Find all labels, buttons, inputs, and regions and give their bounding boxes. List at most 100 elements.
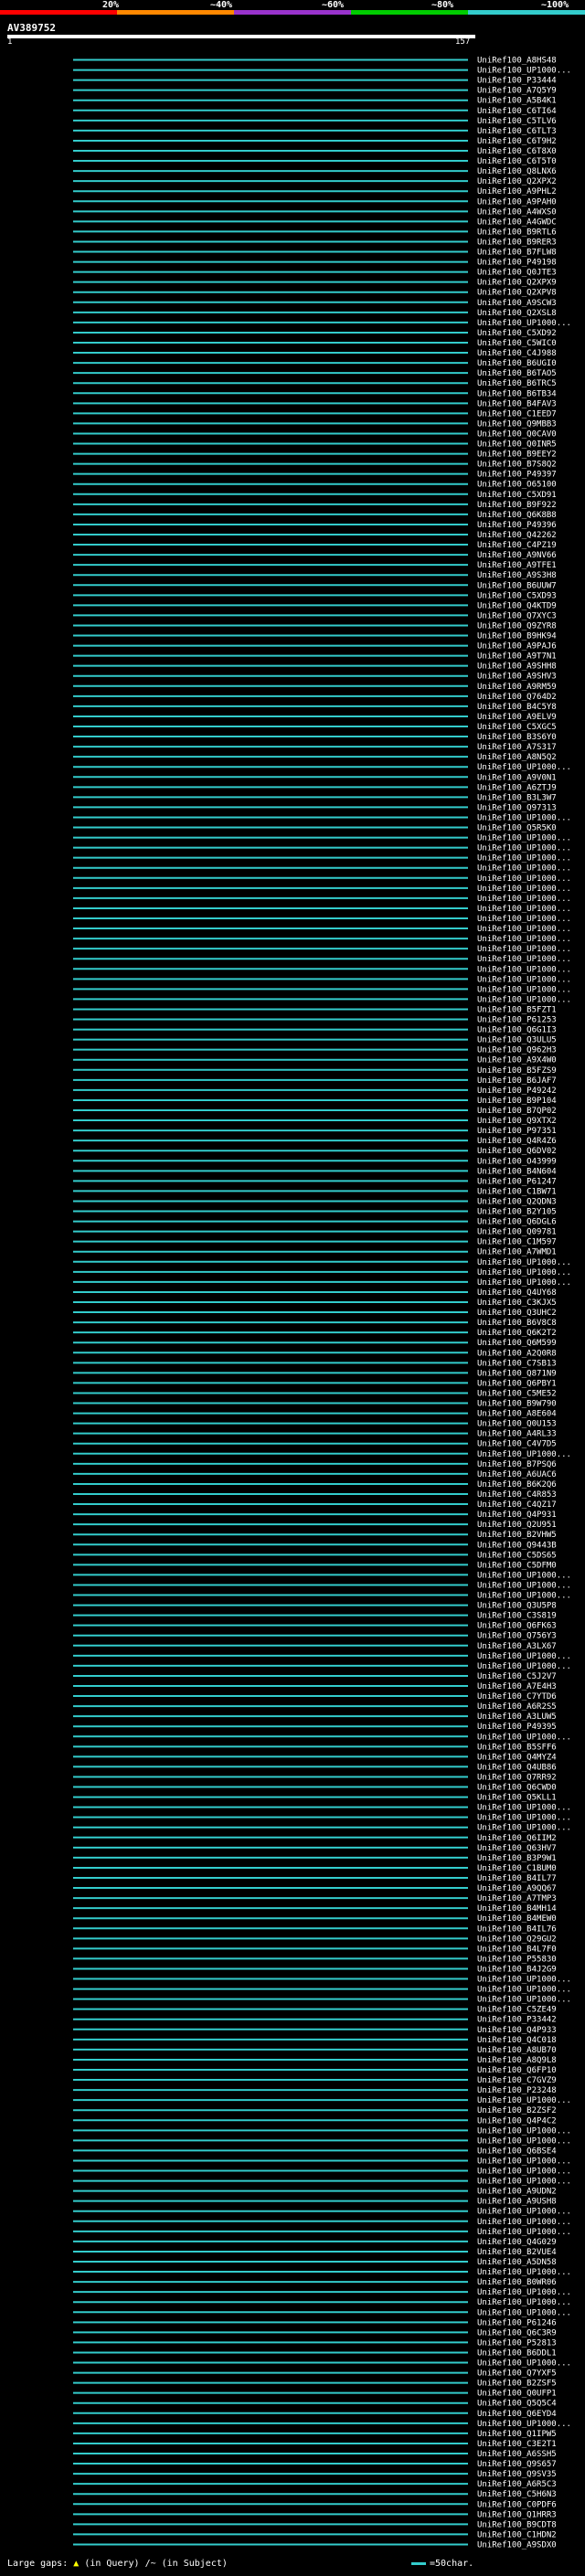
hit-label[interactable]: UniRef100_P49242 [477,1087,557,1096]
hit-label[interactable]: UniRef100_Q7XYC3 [477,611,557,620]
hit-label[interactable]: UniRef100_Q09781 [477,1228,557,1237]
hit-label[interactable]: UniRef100_UP1000... [477,1733,571,1742]
hit-label[interactable]: UniRef100_C5XD91 [477,491,557,500]
hit-label[interactable]: UniRef100_A7WMD1 [477,1248,557,1257]
hit-label[interactable]: UniRef100_UP1000... [477,1976,571,1985]
hit-label[interactable]: UniRef100_Q0U153 [477,1420,557,1429]
hit-label[interactable]: UniRef100_Q3ULU5 [477,1036,557,1045]
hit-label[interactable]: UniRef100_Q4R4Z6 [477,1137,557,1146]
hit-label[interactable]: UniRef100_C5H6N3 [477,2490,557,2499]
hit-label[interactable]: UniRef100_B4FAV3 [477,399,557,408]
hit-label[interactable]: UniRef100_P52813 [477,2338,557,2348]
hit-label[interactable]: UniRef100_A8E604 [477,1410,557,1419]
hit-label[interactable]: UniRef100_B2Y105 [477,1208,557,1217]
hit-label[interactable]: UniRef100_A6UAC6 [477,1470,557,1479]
hit-label[interactable]: UniRef100_A9X4W0 [477,1056,557,1065]
hit-label[interactable]: UniRef100_B6V8C8 [477,1319,557,1328]
hit-label[interactable]: UniRef100_C6T8X0 [477,147,557,156]
hit-label[interactable]: UniRef100_A9USH8 [477,2198,557,2207]
hit-label[interactable]: UniRef100_Q756Y3 [477,1632,557,1641]
hit-label[interactable]: UniRef100_UP1000... [477,995,571,1004]
hit-label[interactable]: UniRef100_A5DN58 [477,2258,557,2267]
hit-label[interactable]: UniRef100_Q4UY68 [477,1288,557,1298]
hit-label[interactable]: UniRef100_UP1000... [477,895,571,904]
hit-label[interactable]: UniRef100_B9RER3 [477,238,557,247]
hit-label[interactable]: UniRef100_A9SCW3 [477,299,557,308]
hit-label[interactable]: UniRef100_Q0CAV0 [477,429,557,439]
hit-label[interactable]: UniRef100_UP1000... [477,854,571,864]
hit-label[interactable]: UniRef100_UP1000... [477,1986,571,1995]
hit-label[interactable]: UniRef100_Q4P4C2 [477,2116,557,2125]
hit-label[interactable]: UniRef100_Q5Q5C4 [477,2400,557,2409]
hit-label[interactable]: UniRef100_B6TB34 [477,389,557,398]
hit-label[interactable]: UniRef100_C4J988 [477,349,557,358]
hit-label[interactable]: UniRef100_C1BUM0 [477,1864,557,1873]
hit-label[interactable]: UniRef100_B4C5Y8 [477,703,557,712]
hit-label[interactable]: UniRef100_UP1000... [477,844,571,853]
hit-label[interactable]: UniRef100_UP1000... [477,965,571,974]
hit-label[interactable]: UniRef100_A6R5C3 [477,2480,557,2489]
hit-label[interactable]: UniRef100_P61247 [477,1177,557,1186]
hit-label[interactable]: UniRef100_A9S3H8 [477,571,557,580]
hit-label[interactable]: UniRef100_Q63HV7 [477,1844,557,1853]
hit-label[interactable]: UniRef100_Q7YXF5 [477,2369,557,2379]
hit-label[interactable]: UniRef100_A3LX67 [477,1642,557,1651]
hit-label[interactable]: UniRef100_A9TFE1 [477,561,557,570]
hit-label[interactable]: UniRef100_Q0JTE3 [477,269,557,278]
hit-label[interactable]: UniRef100_C1EED7 [477,409,557,419]
hit-label[interactable]: UniRef100_P61253 [477,1016,557,1025]
hit-label[interactable]: UniRef100_UP1000... [477,2359,571,2369]
hit-label[interactable]: UniRef100_Q4P933 [477,2026,557,2035]
hit-label[interactable]: UniRef100_C5DS65 [477,1551,557,1560]
hit-label[interactable]: UniRef100_Q4KTD9 [477,601,557,610]
hit-label[interactable]: UniRef100_Q2XPV8 [477,289,557,298]
hit-label[interactable]: UniRef100_C5J2V7 [477,1672,557,1681]
hit-label[interactable]: UniRef100_C4R853 [477,1490,557,1500]
hit-label[interactable]: UniRef100_C0PDF6 [477,2500,557,2509]
hit-label[interactable]: UniRef100_Q9S657 [477,2460,557,2469]
hit-label[interactable]: UniRef100_UP1000... [477,2268,571,2277]
hit-label[interactable]: UniRef100_Q6EYD4 [477,2410,557,2419]
hit-label[interactable]: UniRef100_C6TLT3 [477,127,557,136]
hit-label[interactable]: UniRef100_A7TMP3 [477,1894,557,1903]
hit-label[interactable]: UniRef100_B4IL76 [477,1924,557,1934]
hit-label[interactable]: UniRef100_B7PSQ6 [477,1460,557,1469]
hit-label[interactable]: UniRef100_C6T5T0 [477,157,557,166]
hit-label[interactable]: UniRef100_UP1000... [477,2178,571,2187]
hit-label[interactable]: UniRef100_UP1000... [477,2420,571,2429]
hit-label[interactable]: UniRef100_B3S6Y0 [477,733,557,742]
hit-label[interactable]: UniRef100_O65100 [477,481,557,490]
hit-label[interactable]: UniRef100_Q2QDN3 [477,1197,557,1206]
hit-label[interactable]: UniRef100_P49395 [477,1723,557,1732]
hit-label[interactable]: UniRef100_Q3U5P8 [477,1602,557,1611]
hit-label[interactable]: UniRef100_A9UDN2 [477,2188,557,2197]
hit-label[interactable]: UniRef100_B9CDT8 [477,2520,557,2529]
hit-label[interactable]: UniRef100_Q6PBY1 [477,1379,557,1388]
hit-label[interactable]: UniRef100_C5TLV6 [477,117,557,126]
hit-label[interactable]: UniRef100_UP1000... [477,2308,571,2317]
hit-label[interactable]: UniRef100_O43999 [477,1157,557,1166]
hit-label[interactable]: UniRef100_B6DDL1 [477,2348,557,2358]
hit-label[interactable]: UniRef100_B9EEY2 [477,451,557,460]
hit-label[interactable]: UniRef100_P55830 [477,1955,557,1964]
hit-label[interactable]: UniRef100_P49397 [477,471,557,480]
hit-label[interactable]: UniRef100_UP1000... [477,1824,571,1833]
hit-label[interactable]: UniRef100_Q6C3R9 [477,2328,557,2337]
hit-label[interactable]: UniRef100_A4GWDC [477,217,557,227]
hit-label[interactable]: UniRef100_UP1000... [477,1268,571,1277]
hit-label[interactable]: UniRef100_Q764D2 [477,693,557,702]
hit-label[interactable]: UniRef100_C3KJX5 [477,1299,557,1308]
hit-label[interactable]: UniRef100_B6TAO5 [477,369,557,378]
hit-label[interactable]: UniRef100_Q3UHC2 [477,1309,557,1318]
hit-label[interactable]: UniRef100_UP1000... [477,1581,571,1590]
hit-label[interactable]: UniRef100_Q6K2T2 [477,1329,557,1338]
hit-label[interactable]: UniRef100_B9W790 [477,1400,557,1409]
hit-label[interactable]: UniRef100_Q6DV02 [477,1147,557,1156]
hit-label[interactable]: UniRef100_UP1000... [477,2168,571,2177]
hit-label[interactable]: UniRef100_B9RTL6 [477,228,557,237]
hit-label[interactable]: UniRef100_UP1000... [477,1662,571,1671]
hit-label[interactable]: UniRef100_C5DFM0 [477,1561,557,1570]
hit-label[interactable]: UniRef100_Q0UFP1 [477,2390,557,2399]
hit-label[interactable]: UniRef100_UP1000... [477,1278,571,1288]
hit-label[interactable]: UniRef100_Q29GU2 [477,1935,557,1944]
